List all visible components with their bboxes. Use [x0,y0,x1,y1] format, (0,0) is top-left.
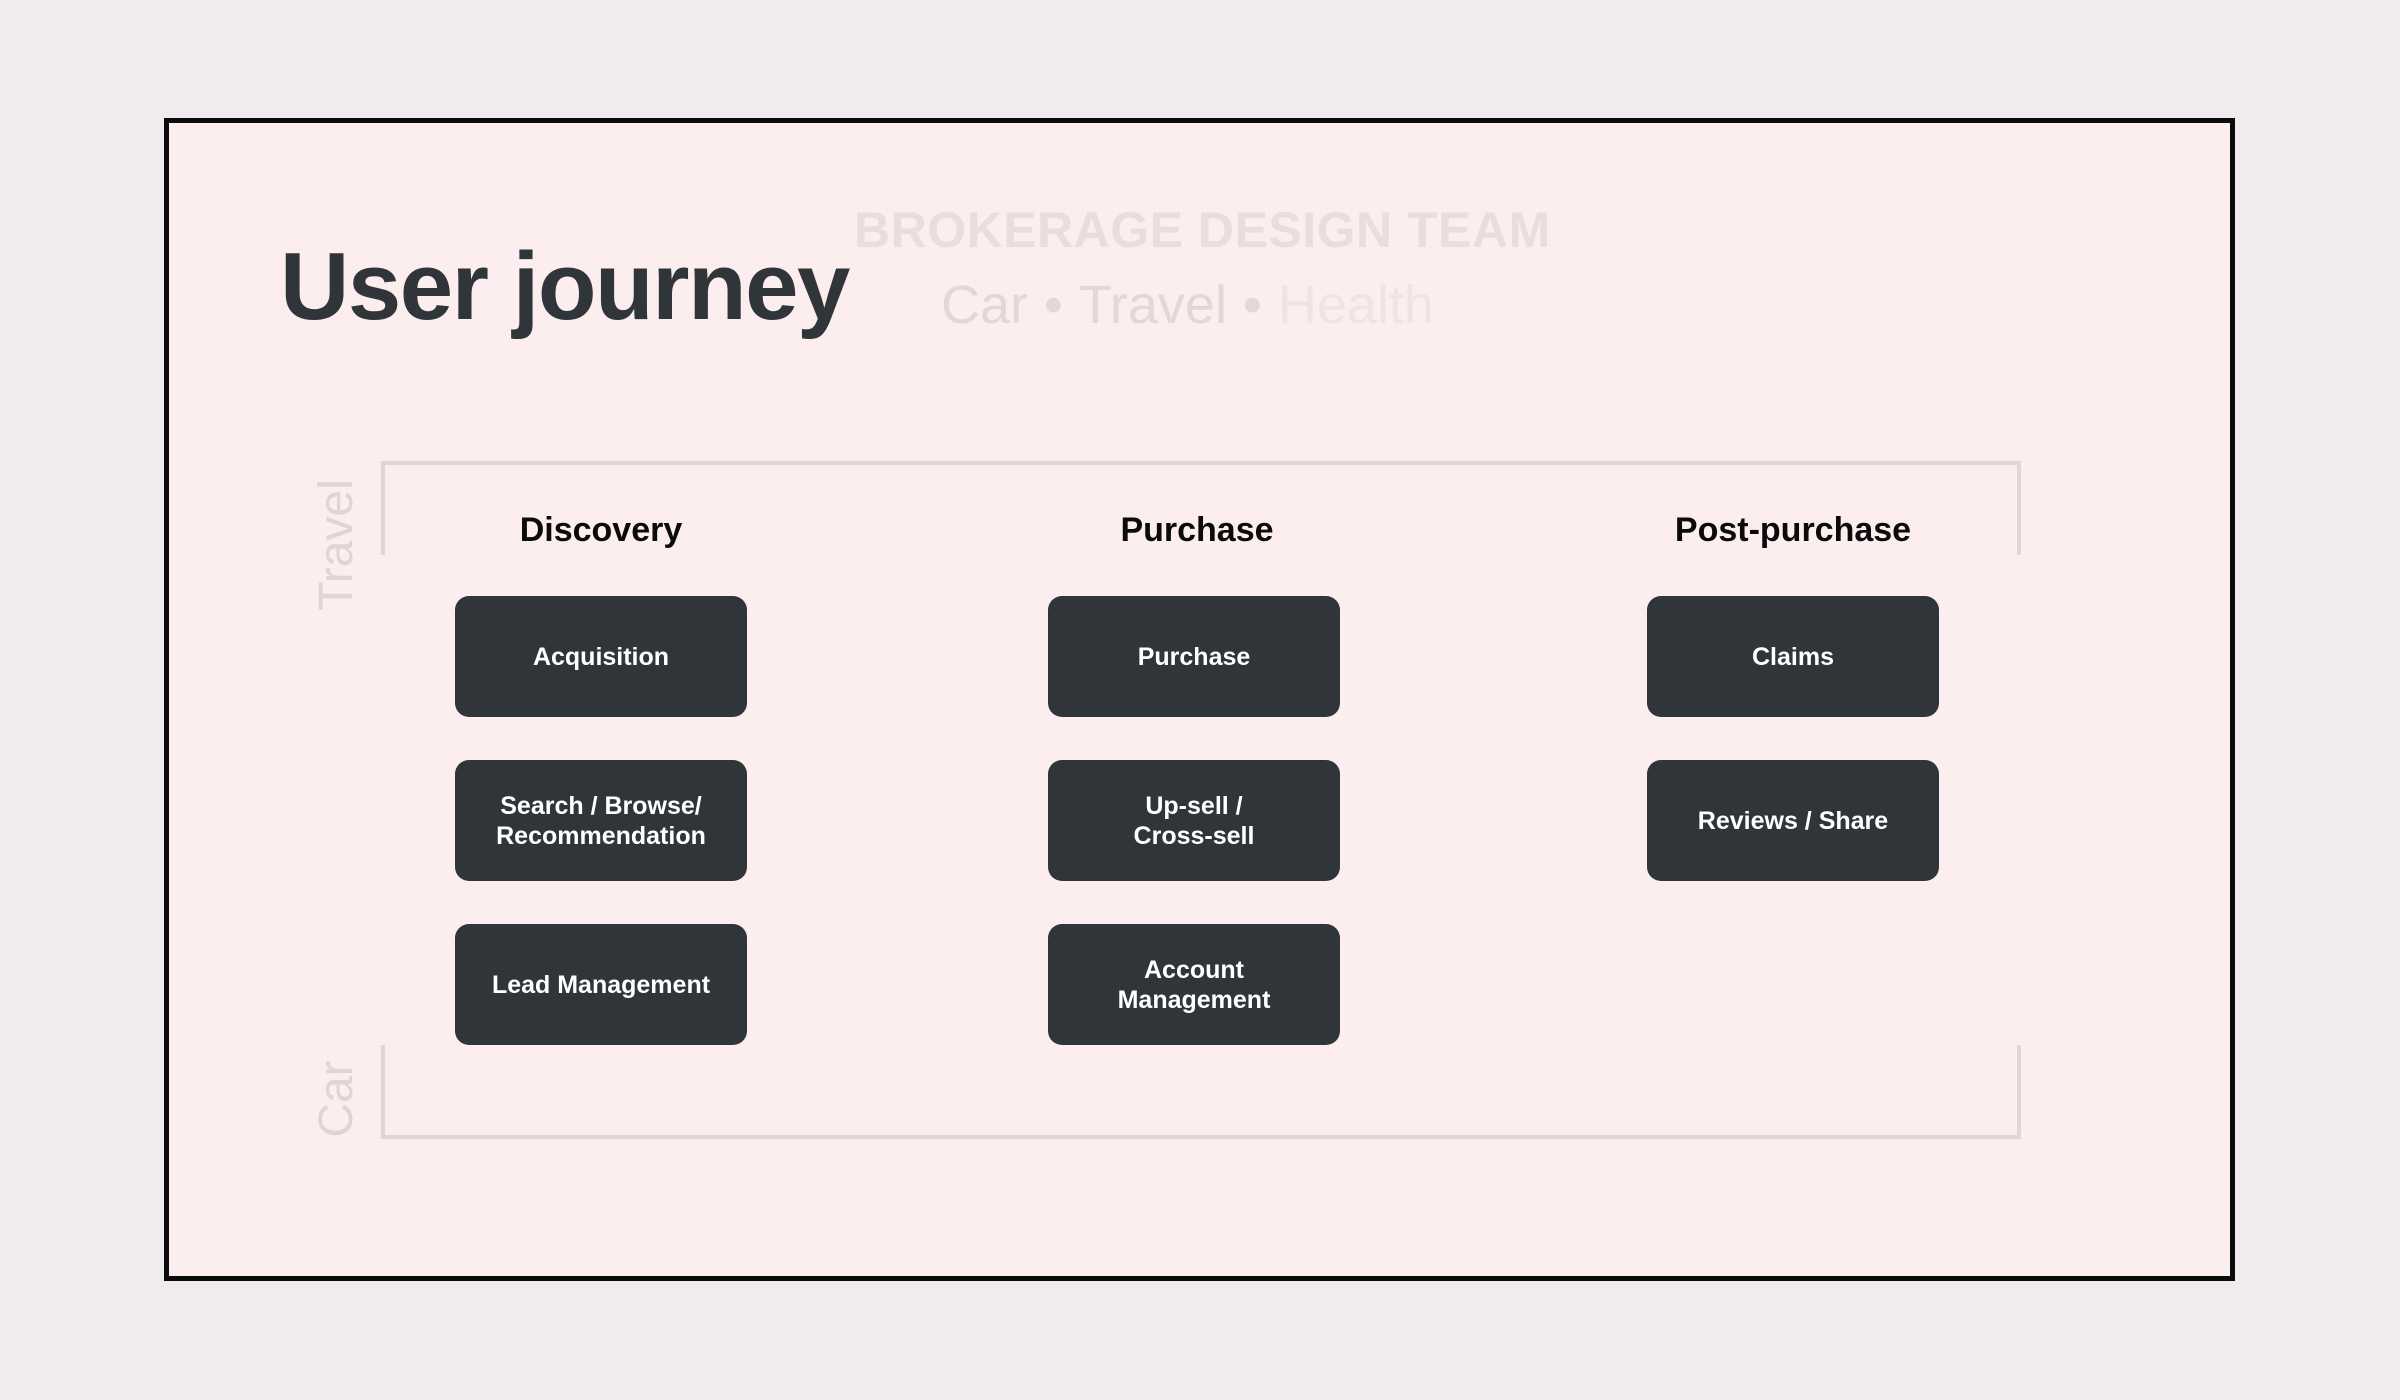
card-label: Up-sell / [1145,791,1243,820]
card-lead-management[interactable]: Lead Management [455,924,747,1045]
card-label: Purchase [1137,642,1251,671]
subtitle-travel: Travel [1078,275,1227,335]
team-name: BROKERAGE DESIGN TEAM [854,202,1551,258]
subtitle-separator: • [1044,275,1063,335]
side-label-travel: Travel [310,479,363,611]
column-heading-purchase: Purchase [1120,511,1274,549]
card-acquisition[interactable]: Acquisition [455,596,747,717]
slide-frame: BROKERAGE DESIGN TEAM User journey Car • T… [164,118,2235,1281]
card-label: Reviews / Share [1697,806,1889,835]
column-heading-post-purchase: Post-purchase [1674,511,1912,549]
subtitle-health: Health [1277,275,1434,335]
card-purchase[interactable]: Purchase [1048,596,1340,717]
page-title: User journey [280,233,850,340]
card-upsell-crosssell[interactable]: Up-sell / Cross-sell [1048,760,1340,881]
card-label: Recommendation [496,821,706,850]
column-heading-discovery: Discovery [519,511,683,549]
bracket-bottom [381,1045,2021,1139]
card-label: Cross-sell [1133,821,1255,850]
card-label: Account [1144,955,1244,984]
card-label: Search / Browse/ [500,791,702,820]
subtitle: Car • Travel • Health [941,273,1434,338]
card-label: Claims [1752,642,1834,671]
card-claims[interactable]: Claims [1647,596,1939,717]
subtitle-car: Car [941,275,1029,335]
card-account-management[interactable]: Account Management [1048,924,1340,1045]
side-label-car: Car [310,1060,363,1138]
card-label: Management [1117,985,1271,1014]
card-label: Lead Management [491,970,711,999]
card-reviews-share[interactable]: Reviews / Share [1647,760,1939,881]
subtitle-separator: • [1242,275,1262,335]
card-label: Acquisition [532,642,670,671]
card-search-browse-recommendation[interactable]: Search / Browse/Recommendation [455,760,747,881]
